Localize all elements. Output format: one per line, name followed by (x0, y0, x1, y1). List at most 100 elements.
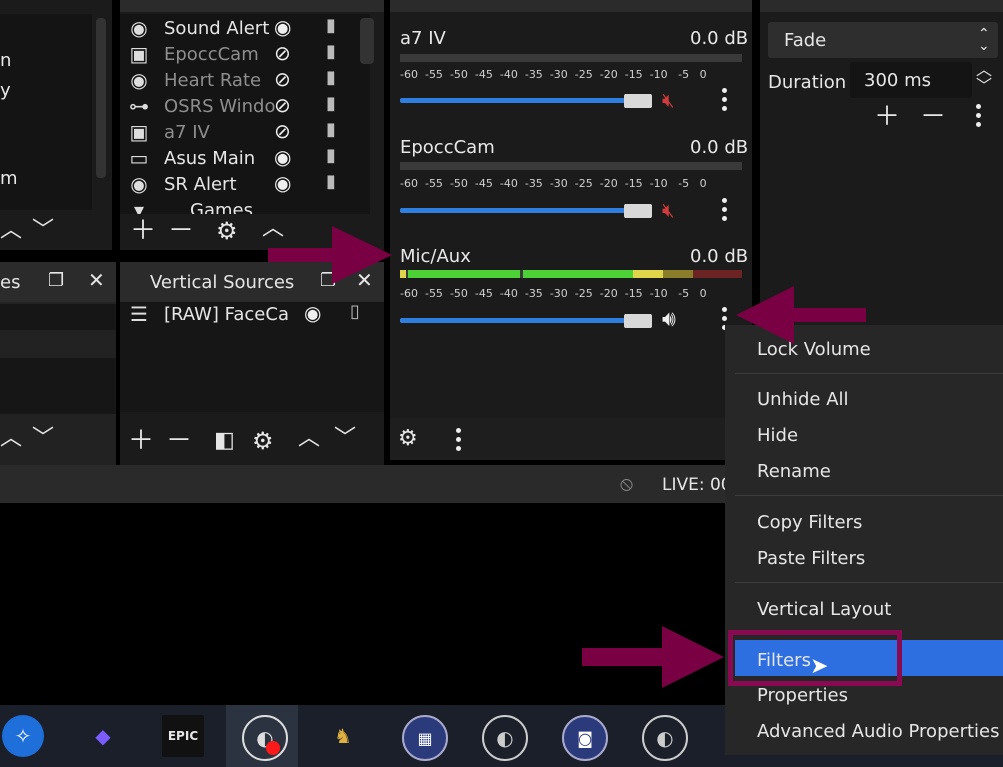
obs-icon-2[interactable]: ◐ (642, 715, 688, 761)
source-row[interactable]: ▣ a7 IV ⊘ ▮ (120, 120, 370, 146)
speaker-icon[interactable]: 🔊︎ (662, 309, 676, 331)
eye-hidden-icon[interactable]: ⊘ (274, 95, 291, 115)
epic-games-icon[interactable]: EPIC (162, 715, 204, 757)
camera-icon: ▣ (129, 42, 149, 66)
annotation-arrow-right-1 (268, 226, 392, 284)
camera-icon: ▣ (129, 120, 149, 144)
menu-item-vertical-layout[interactable]: Vertical Layout (757, 599, 891, 620)
scene-label-partial-2[interactable]: y (0, 80, 11, 101)
volume-slider-handle[interactable] (624, 314, 652, 328)
scrollbar[interactable] (96, 18, 106, 178)
source-row[interactable]: ▾ ▬ Games (120, 198, 370, 214)
source-name: Asus Main (164, 148, 256, 169)
source-name: [RAW] FaceCa (164, 304, 289, 325)
volume-slider[interactable] (400, 98, 630, 103)
sources-panel: ◉ Sound Alert ◉ ▮ ▣ EpoccCam ⊘ ▮ ◉ Heart… (120, 0, 384, 250)
obs-icon[interactable]: ◐ (482, 715, 528, 761)
source-row[interactable]: ⊶ OSRS Windo ⊘ ▮ (120, 94, 370, 120)
menu-item-advanced-audio-properties[interactable]: Advanced Audio Properties (757, 721, 999, 742)
duration-label: Duration (768, 72, 847, 93)
prism-icon[interactable]: ◆ (82, 715, 124, 757)
source-name: Heart Rate (164, 70, 262, 91)
gear-icon[interactable]: ⚙ (216, 219, 238, 243)
volume-slider[interactable] (400, 208, 630, 213)
close-icon[interactable]: ✕ (88, 270, 105, 290)
channel-menu-icon[interactable] (722, 198, 728, 225)
volume-slider-handle[interactable] (624, 204, 652, 218)
volume-meter (400, 54, 742, 62)
lock-icon[interactable]: ▮ (326, 147, 336, 165)
audio-mixer-panel: a7 IV 0.0 dB -60 -55 -50 -45 -40 -35 -30… (390, 0, 752, 460)
lock-icon[interactable]: ▮ (326, 121, 336, 139)
source-row[interactable]: ☰ [RAW] FaceCa ◉ ▯ (120, 302, 384, 328)
eye-hidden-icon[interactable]: ⊘ (274, 121, 291, 141)
eye-hidden-icon[interactable]: ⊘ (274, 69, 291, 89)
keyboard-icon[interactable]: ▦ (402, 715, 448, 761)
move-up-icon[interactable]: ︿ (298, 428, 320, 450)
add-icon[interactable]: ＋ (130, 218, 156, 244)
remove-icon[interactable]: － (166, 428, 192, 454)
transition-menu-icon[interactable] (976, 104, 982, 131)
channel-name: EpoccCam (400, 137, 495, 158)
source-row[interactable]: ▭ Asus Main ◉ ▮ (120, 146, 370, 172)
move-down-icon[interactable]: ﹀ (334, 428, 356, 450)
eye-icon[interactable]: ◉ (274, 147, 291, 167)
remove-icon[interactable]: － (168, 218, 194, 244)
source-name: SR Alert (164, 174, 237, 195)
lock-icon[interactable]: ▮ (326, 69, 336, 87)
volume-meter-active (400, 270, 742, 278)
lock-icon[interactable]: ▮ (326, 173, 336, 191)
muted-speaker-icon[interactable]: 🔇︎ (662, 200, 675, 220)
gear-icon[interactable]: ⚙ (252, 429, 274, 453)
mixer-menu-icon[interactable] (456, 428, 462, 455)
lock-icon[interactable]: ▯ (350, 303, 360, 321)
eye-icon[interactable]: ◉ (304, 303, 321, 323)
add-icon[interactable]: ＋ (128, 428, 154, 454)
scene-label-partial-1[interactable]: n (0, 50, 11, 71)
lock-icon[interactable]: ▮ (326, 17, 336, 35)
move-down-icon[interactable]: ﹀ (32, 428, 54, 450)
source-row[interactable]: ◉ SR Alert ◉ ▮ (120, 172, 370, 198)
move-up-icon[interactable]: ︿ (0, 428, 22, 450)
move-up-icon[interactable]: ︿ (0, 220, 22, 242)
undock-icon[interactable]: ❐ (48, 272, 64, 290)
obs-recording-icon[interactable]: ◐ (242, 715, 288, 761)
source-name: a7 IV (164, 122, 210, 143)
menu-item-copy-filters[interactable]: Copy Filters (757, 512, 862, 533)
camera-app-icon[interactable]: ◙ (562, 715, 608, 761)
muted-speaker-icon[interactable]: 🔇︎ (662, 90, 675, 110)
menu-item-rename[interactable]: Rename (757, 461, 831, 482)
character-icon[interactable]: ♞ (322, 715, 364, 757)
gamepad-icon: ⊶ (129, 94, 149, 118)
eye-icon[interactable]: ◉ (274, 173, 291, 193)
source-row[interactable]: ◉ Heart Rate ⊘ ▮ (120, 68, 370, 94)
menu-item-unhide-all[interactable]: Unhide All (757, 389, 849, 410)
stepper-icon[interactable]: ︿ ﹀ (976, 62, 992, 94)
lock-icon[interactable]: ▮ (326, 43, 336, 61)
lock-icon[interactable]: ▮ (326, 95, 336, 113)
channel-menu-icon[interactable] (722, 88, 728, 115)
advanced-audio-gear-icon[interactable]: ⚙ (398, 428, 418, 450)
remove-icon[interactable]: － (920, 104, 946, 130)
mouse-cursor-icon: ➤ (810, 654, 829, 679)
meter-scale: -60 -55 -50 -45 -40 -35 -30 -25 -20 -15 … (400, 68, 707, 81)
annotation-arrow-right-2 (582, 626, 724, 688)
channel-db: 0.0 dB (690, 137, 749, 158)
menu-item-properties[interactable]: Properties (757, 685, 848, 706)
channel-name: a7 IV (400, 28, 446, 49)
volume-slider[interactable] (400, 318, 630, 323)
duration-input[interactable]: 300 ms (850, 62, 972, 98)
source-row[interactable]: ▣ EpoccCam ⊘ ▮ (120, 42, 370, 68)
battlenet-icon[interactable]: ✧ (2, 715, 44, 757)
add-icon[interactable]: ＋ (874, 104, 900, 130)
eye-icon[interactable]: ◉ (274, 17, 291, 37)
volume-slider-handle[interactable] (624, 94, 652, 108)
eye-hidden-icon[interactable]: ⊘ (274, 43, 291, 63)
transition-select[interactable]: Fade ⌃ ⌄ (768, 22, 998, 58)
scene-label-partial-3[interactable]: m (0, 168, 18, 189)
filter-icon[interactable]: ◧ (214, 430, 235, 452)
source-row[interactable]: ◉ Sound Alert ◉ ▮ (120, 16, 370, 42)
move-down-icon[interactable]: ﹀ (32, 220, 54, 242)
menu-item-hide[interactable]: Hide (757, 425, 798, 446)
globe-icon: ◉ (130, 172, 148, 196)
